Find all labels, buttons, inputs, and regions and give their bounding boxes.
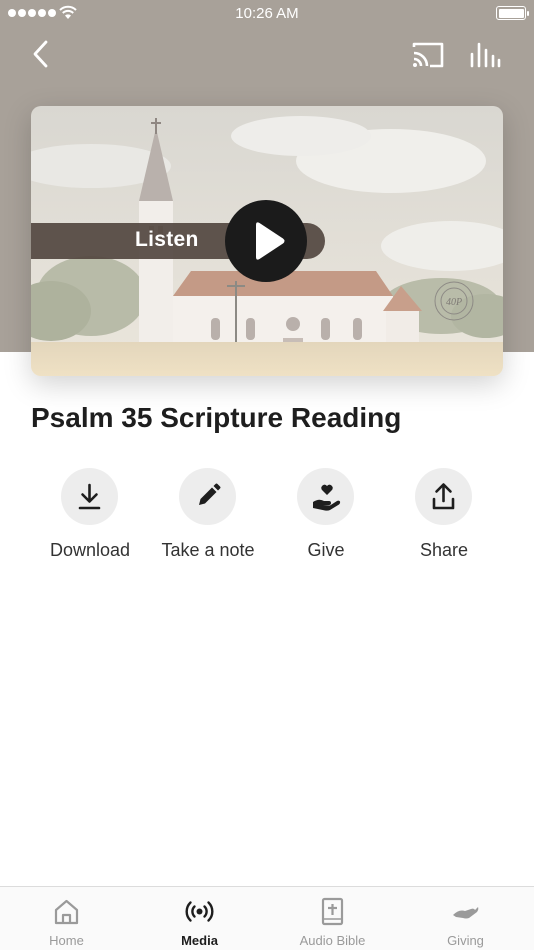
take-note-button[interactable]: [179, 468, 236, 525]
play-button[interactable]: [225, 200, 307, 282]
tab-audio-bible[interactable]: Audio Bible: [266, 887, 399, 950]
listen-label: Listen: [135, 228, 199, 251]
play-icon: [256, 222, 285, 260]
share-icon: [432, 483, 455, 510]
download-button[interactable]: [61, 468, 118, 525]
download-action[interactable]: Download: [31, 468, 149, 568]
tab-audio-bible-label: Audio Bible: [299, 933, 366, 948]
media-artwork-card[interactable]: Listen 40P: [31, 106, 503, 376]
tab-giving[interactable]: Giving: [399, 887, 532, 950]
tab-home-label: Home: [49, 933, 84, 948]
bible-icon: [321, 897, 344, 926]
take-note-action[interactable]: Take a note: [149, 468, 267, 568]
download-icon: [78, 483, 101, 510]
tab-media-label: Media: [181, 933, 218, 948]
media-title: Psalm 35 Scripture Reading: [31, 402, 402, 433]
tab-bar: Home Media Audio Bible Giving: [0, 886, 534, 950]
take-note-label: Take a note: [161, 540, 255, 560]
hand-heart-icon: [313, 484, 341, 511]
publisher-seal-logo: 40P: [434, 281, 474, 321]
share-button[interactable]: [415, 468, 472, 525]
home-icon: [54, 899, 79, 925]
battery-icon: [496, 6, 529, 20]
give-button[interactable]: [297, 468, 354, 525]
broadcast-icon: [185, 901, 214, 922]
give-label: Give: [307, 540, 345, 560]
chevron-left-icon[interactable]: [28, 38, 56, 70]
share-label: Share: [419, 540, 469, 560]
equalizer-icon[interactable]: [468, 40, 502, 70]
status-time: 10:26 AM: [235, 5, 299, 22]
share-action[interactable]: Share: [385, 468, 503, 568]
give-action[interactable]: Give: [267, 468, 385, 568]
media-actions: Download Take a note Give Share: [31, 468, 503, 568]
tab-media[interactable]: Media: [133, 887, 266, 950]
tab-home[interactable]: Home: [0, 887, 133, 950]
giving-icon: [453, 907, 479, 919]
pencil-icon: [199, 483, 221, 505]
status-bar: 10:26 AM: [0, 0, 534, 28]
svg-text:40P: 40P: [446, 297, 462, 308]
download-label: Download: [49, 540, 131, 560]
tab-giving-label: Giving: [447, 933, 484, 948]
cast-icon[interactable]: [410, 40, 446, 70]
